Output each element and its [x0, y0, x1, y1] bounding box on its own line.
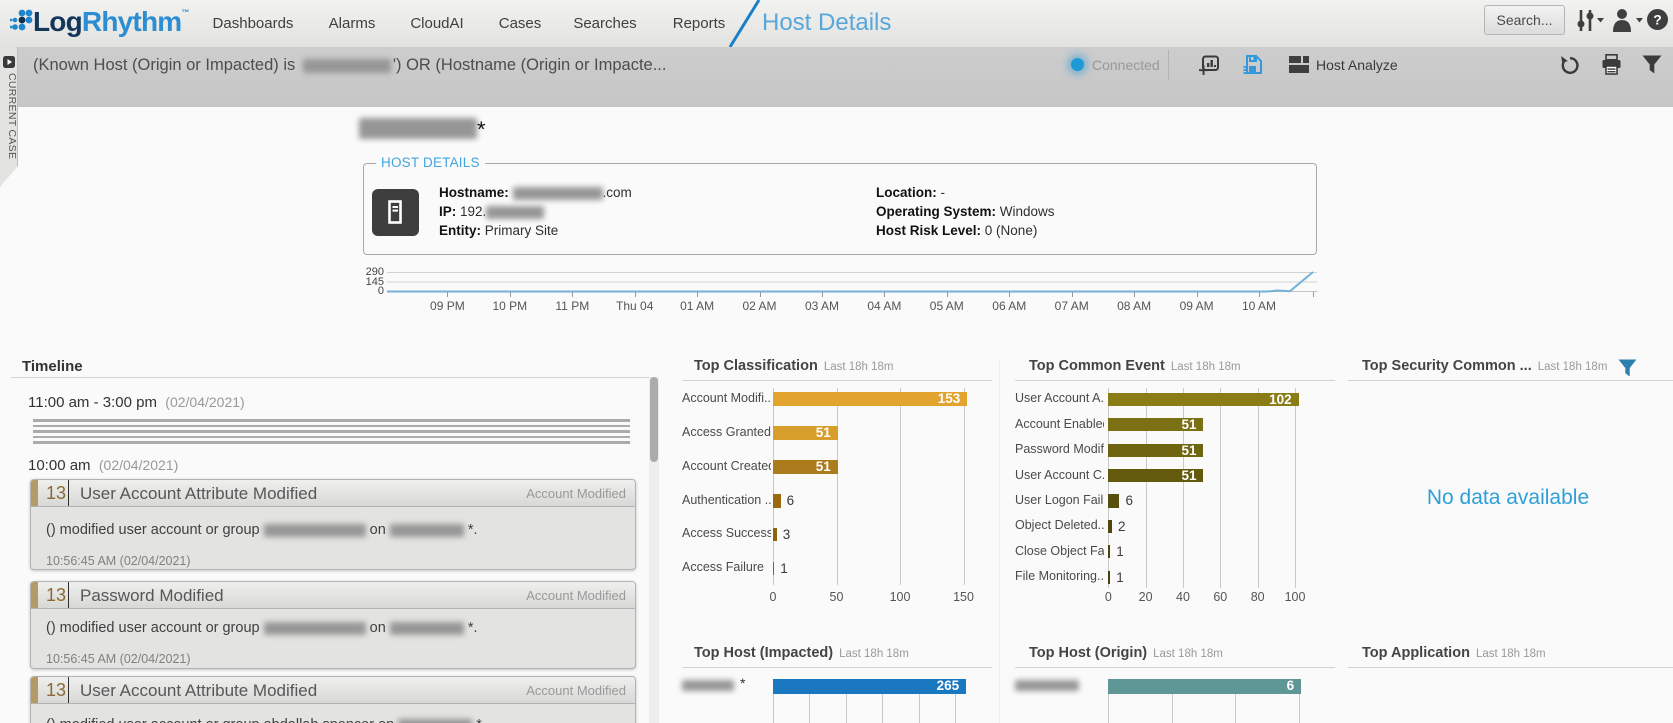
svg-text:?: ?	[1653, 12, 1662, 28]
